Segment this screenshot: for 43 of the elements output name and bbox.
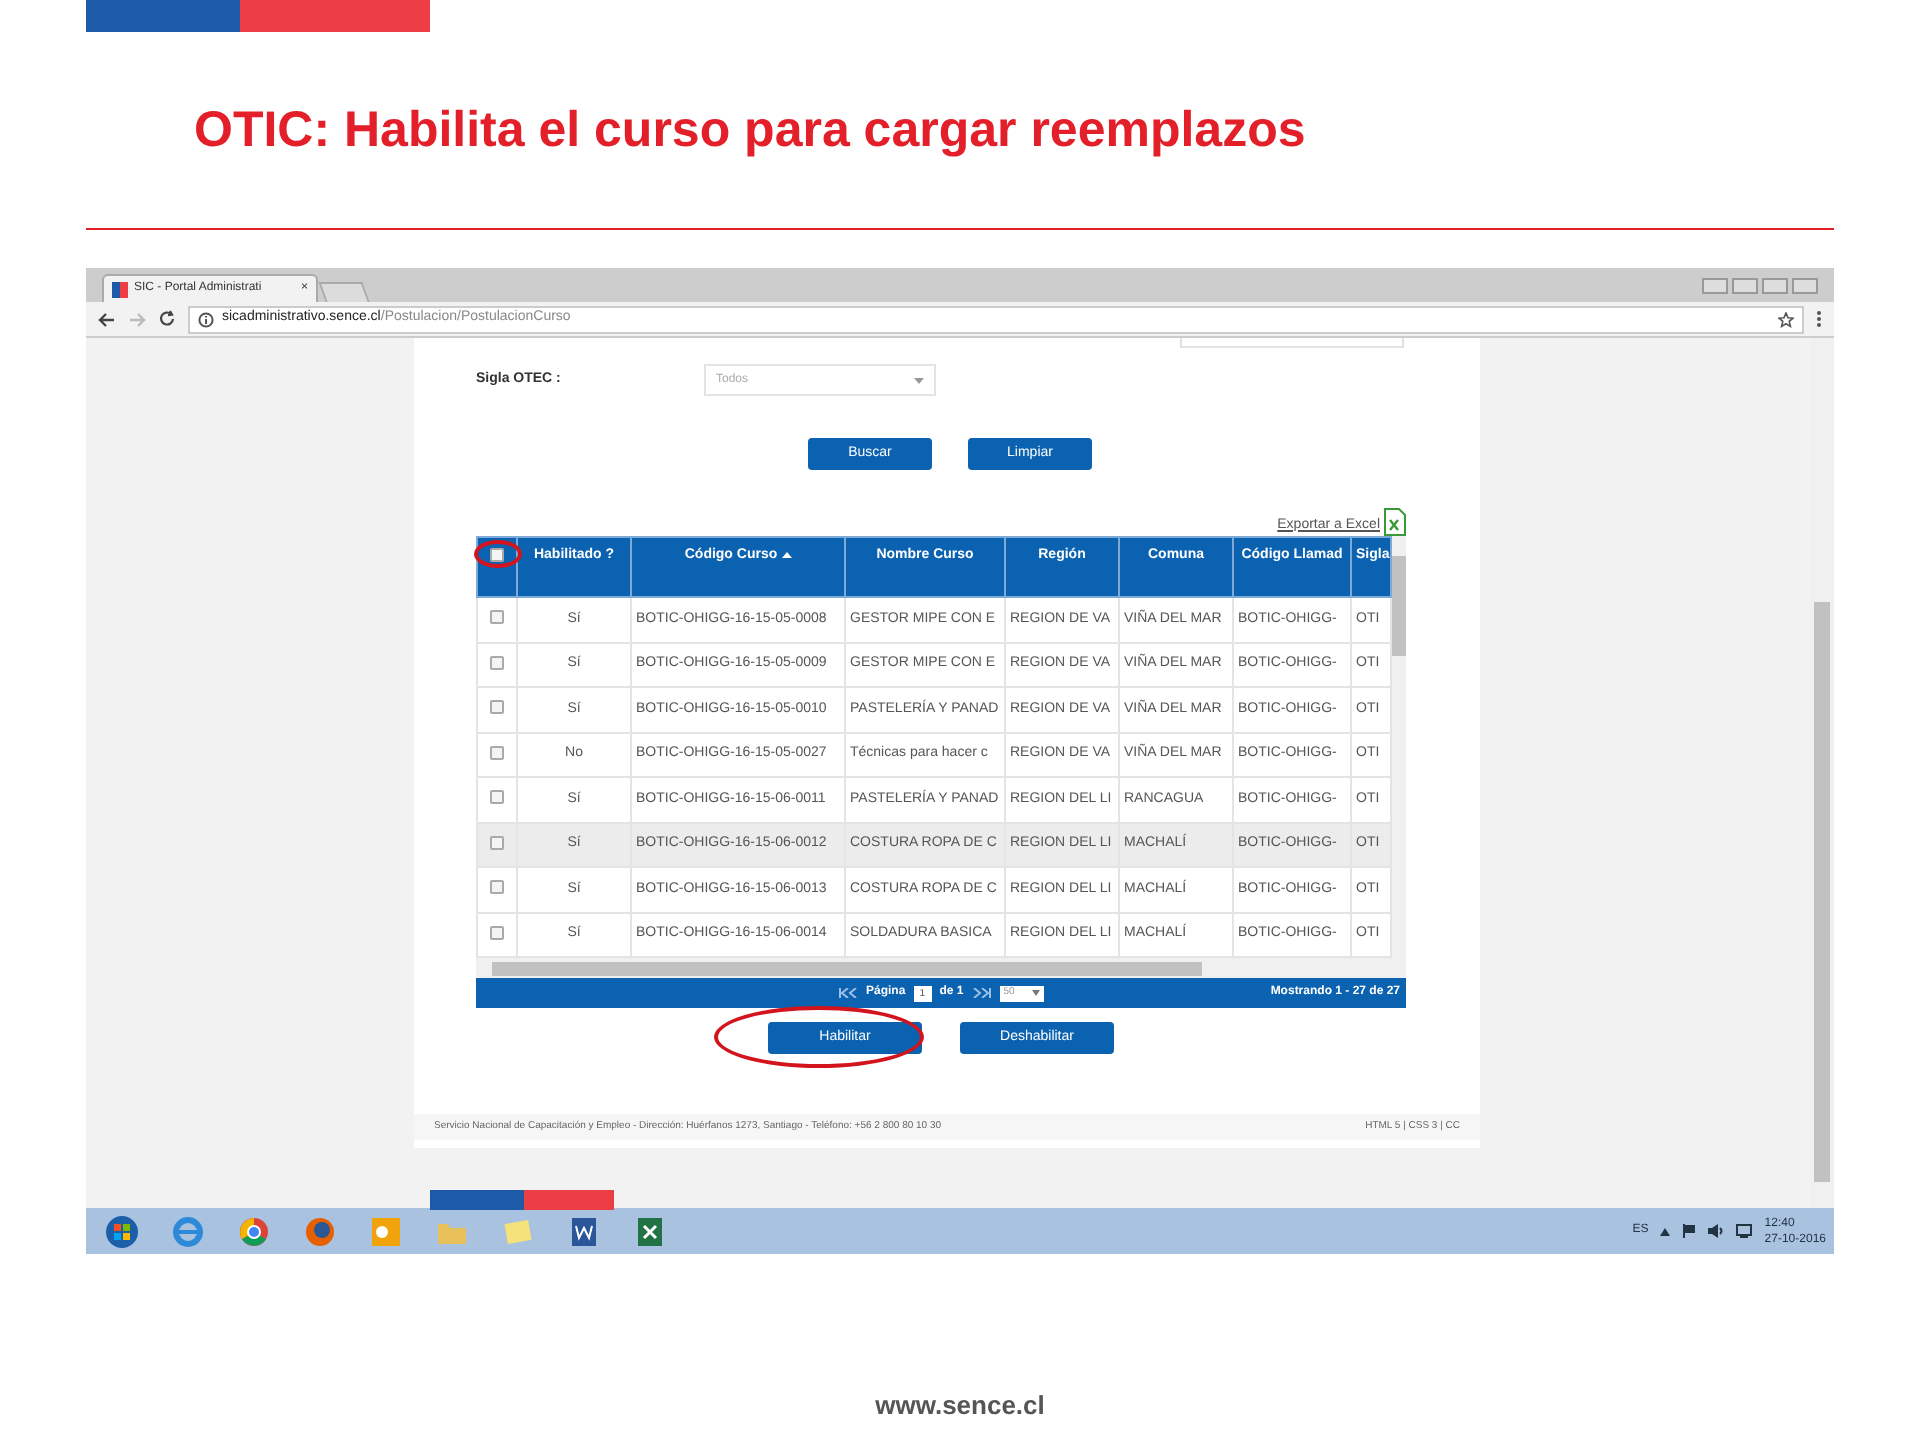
reload-icon[interactable] bbox=[158, 310, 176, 328]
info-icon bbox=[198, 311, 214, 327]
minimize-button[interactable] bbox=[1732, 277, 1758, 293]
row-checkbox[interactable] bbox=[490, 835, 504, 850]
last-page-icon[interactable] bbox=[971, 988, 992, 998]
select-all-checkbox[interactable] bbox=[490, 547, 504, 562]
globe-icon[interactable] bbox=[170, 1213, 206, 1249]
forward-icon[interactable] bbox=[128, 311, 146, 327]
row-checkbox[interactable] bbox=[490, 745, 504, 760]
monitor-icon[interactable] bbox=[1736, 1224, 1753, 1238]
user-button[interactable] bbox=[1702, 277, 1728, 293]
first-page-icon[interactable] bbox=[838, 988, 858, 998]
flag-stripe bbox=[524, 1190, 614, 1210]
row-checkbox[interactable] bbox=[490, 880, 504, 895]
up-arrow-icon[interactable] bbox=[1660, 1227, 1671, 1235]
slide-title: OTIC: Habilita el curso para cargar reemplazos bbox=[194, 100, 1308, 160]
start-icon[interactable] bbox=[104, 1213, 140, 1249]
spreadsheet-icon[interactable] bbox=[632, 1213, 668, 1249]
flag-icon[interactable] bbox=[1682, 1224, 1697, 1238]
row-checkbox[interactable] bbox=[490, 790, 504, 805]
document-icon[interactable] bbox=[566, 1213, 602, 1249]
browser-icon[interactable] bbox=[236, 1213, 272, 1249]
caret-icon bbox=[914, 377, 924, 383]
text-field[interactable] bbox=[1180, 338, 1404, 348]
caret-icon bbox=[1031, 990, 1040, 996]
flag-stripe bbox=[430, 1190, 524, 1210]
mail-icon[interactable] bbox=[368, 1213, 404, 1249]
restore-button[interactable] bbox=[1762, 277, 1788, 293]
back-icon[interactable] bbox=[98, 311, 116, 327]
row-checkbox[interactable] bbox=[490, 700, 504, 715]
scrollbar[interactable] bbox=[476, 958, 1406, 978]
row-checkbox[interactable] bbox=[490, 655, 504, 670]
row-checkbox[interactable] bbox=[490, 925, 504, 940]
menu-icon[interactable] bbox=[1816, 310, 1822, 328]
new-tab-button[interactable] bbox=[318, 282, 370, 302]
fox-icon[interactable] bbox=[302, 1213, 338, 1249]
speaker-icon[interactable] bbox=[1708, 1224, 1725, 1238]
row-checkbox[interactable] bbox=[490, 610, 504, 625]
scrollbar[interactable] bbox=[1392, 536, 1406, 958]
flag-icon bbox=[112, 281, 128, 297]
spreadsheet-icon[interactable] bbox=[1384, 508, 1406, 536]
close-button[interactable] bbox=[1792, 277, 1818, 293]
star-icon[interactable] bbox=[1778, 311, 1794, 327]
